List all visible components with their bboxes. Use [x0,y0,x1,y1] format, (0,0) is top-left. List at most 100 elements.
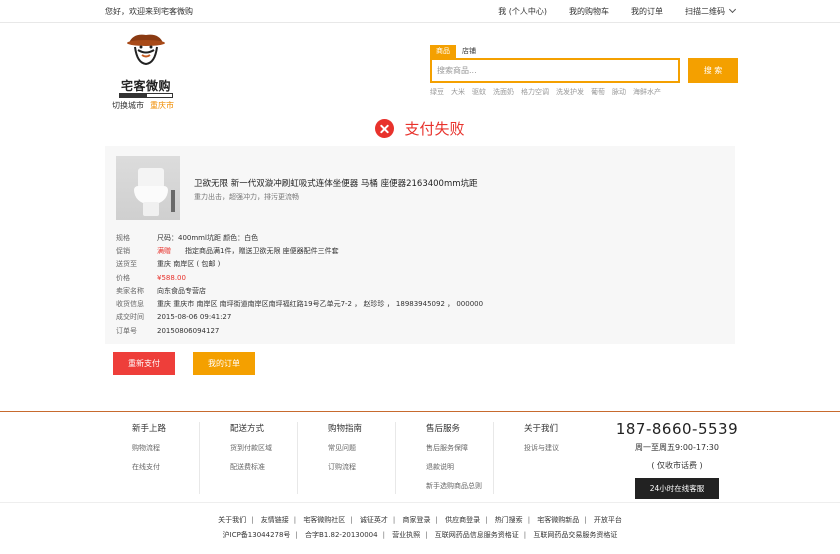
status-text: 支付失败 [404,120,465,138]
order-row: 卖家名称 向东食品专营店 [116,284,483,297]
order-row: 送货至 重庆 南岸区 ( 包邮 ) [116,258,483,271]
brand-name: 宅客微购 [120,79,171,93]
row-key: 卖家名称 [116,286,144,295]
footer-link[interactable]: 常见问题 [328,443,395,453]
product-image[interactable] [116,156,180,220]
footer-column: 关于我们 投诉与建议 [494,422,592,494]
service-hours: 周一至周五9:00-17:30 [635,443,719,452]
hot-keyword[interactable]: 海鲜水产 [633,87,661,97]
icp-item[interactable]: 互联网药品交易服务资格证 [533,531,617,539]
footer-column-title: 关于我们 [524,424,559,434]
bottom-link[interactable]: 开放平台 [594,516,622,524]
service-phone: 187-8660-5539 [615,420,739,438]
footer-link[interactable]: 购物流程 [132,443,199,453]
icp-item[interactable]: 沪ICP备13044278号 [223,531,291,539]
hot-keyword[interactable]: 洗面奶 [493,87,514,97]
top-bar: 您好，欢迎来到宅客微购 我 (个人中心) 我的购物车 我的订单 扫描二维码 [0,0,840,23]
footer-link[interactable]: 投诉与建议 [524,443,592,453]
product-name[interactable]: 卫欲无限 新一代双漩冲刷虹吸式连体坐便器 马桶 座便器2163400mm坑距 [194,177,478,189]
bottom-links: 关于我们 | 友情链接 | 宅客微购社区 | 诚征英才 | 商家登录 | 供应商登录 | 热… [218,516,622,524]
footer-link[interactable]: 在线支付 [132,462,199,472]
bottom-link[interactable]: 诚征英才 [360,516,388,524]
promo-tag: 满赠 [157,246,171,255]
my-orders-button[interactable]: 我的订单 [193,352,255,375]
seller-name[interactable]: 向东食品专营店 [157,286,206,296]
header: 宅客微购 切换城市 重庆市 商品 店铺 搜索商品... 搜 索 绿豆 大米 驱蚊 … [105,23,738,115]
search-tab-products[interactable]: 商品 [430,45,456,58]
qrcode-label: 扫描二维码 [685,7,725,16]
bottom-link[interactable]: 宅客微购新品 [537,516,579,524]
bottom-bar: 关于我们 | 友情链接 | 宅客微购社区 | 诚征英才 | 商家登录 | 供应商登录 | 热… [0,502,840,554]
top-links: 我 (个人中心) 我的购物车 我的订单 扫描二维码 [498,5,737,17]
search-area: 商品 店铺 搜索商品... 搜 索 绿豆 大米 驱蚊 洗面奶 格力空调 洗发护发… [430,45,738,97]
action-buttons: 重新支付 我的订单 [113,352,255,375]
row-key: 送货至 [116,260,137,269]
order-row: 规格 尺码：400mml坑距 颜色：白色 [116,231,483,244]
hot-keyword[interactable]: 脉动 [612,87,626,97]
search-tab-shops[interactable]: 店铺 [456,45,482,58]
icp-info: 沪ICP备13044278号 | 合字B1.82-20130004 | 营业执照 | … [222,531,618,539]
bottom-link[interactable]: 商家登录 [403,516,431,524]
row-value: 重庆 南岸区 ( 包邮 ) [157,260,221,269]
hot-keyword[interactable]: 洗发护发 [556,87,584,97]
order-row: 促销 满赠 指定商品满1件，赠送卫欲无限 座便器配件三件套 [116,244,483,257]
error-x-icon [375,119,395,138]
footer-column: 配送方式 货到付款区域 配送费标准 [200,422,298,494]
welcome-text: 您好，欢迎来到宅客微购 [105,7,193,16]
footer-link[interactable]: 新手选购商品总则 [426,481,493,491]
site-logo[interactable]: 宅客微购 [113,31,179,98]
row-key: 规格 [116,233,130,242]
order-row: 价格 ¥588.00 [116,271,483,284]
footer-column: 购物指南 常见问题 订购流程 [298,422,396,494]
product-desc: 重力出击，超强冲力，排污更流畅 [194,193,299,201]
footer-link[interactable]: 配送费标准 [230,462,297,472]
city-name: 重庆市 [150,101,174,110]
hot-keyword[interactable]: 格力空调 [521,87,549,97]
hot-keyword[interactable]: 葡萄 [591,87,605,97]
bottom-link[interactable]: 热门搜索 [495,516,523,524]
icp-item: 合字B1.82-20130004 [305,531,378,539]
bottom-link[interactable]: 供应商登录 [445,516,480,524]
order-row: 成交时间 2015-08-06 09:41:27 [116,311,483,324]
payment-status: 支付失败 [0,118,840,140]
search-button[interactable]: 搜 索 [688,58,738,83]
order-row: 订单号 20150806094127 [116,324,483,337]
bottom-link[interactable]: 关于我们 [218,516,246,524]
hot-keyword[interactable]: 绿豆 [430,87,444,97]
icp-item[interactable]: 互联网药品信息服务资格证 [435,531,519,539]
brand-subtitle-bar [119,93,173,98]
chevron-down-icon [728,5,737,14]
online-service-button[interactable]: 24小时在线客服 [635,478,719,499]
footer-link[interactable]: 订购流程 [328,462,395,472]
price-value: ¥588.00 [157,273,186,282]
top-link-orders[interactable]: 我的订单 [631,6,663,17]
bottom-link[interactable]: 宅客微购社区 [303,516,345,524]
row-value: 2015-08-06 09:41:27 [157,313,232,322]
city-switcher[interactable]: 切换城市 重庆市 [112,100,174,111]
row-value: 满赠 指定商品满1件，赠送卫欲无限 座便器配件三件套 [157,246,339,256]
row-key: 收货信息 [116,300,144,309]
order-details: 规格 尺码：400mml坑距 颜色：白色 促销 满赠 指定商品满1件，赠送卫欲无限… [116,231,483,337]
row-key: 成交时间 [116,313,144,322]
promo-text: 指定商品满1件，赠送卫欲无限 座便器配件三件套 [185,246,339,255]
footer-column-title: 售后服务 [426,424,461,434]
retry-payment-button[interactable]: 重新支付 [113,352,175,375]
footer-link[interactable]: 退款说明 [426,462,493,472]
hot-keyword[interactable]: 驱蚊 [472,87,486,97]
row-key: 促销 [116,246,130,255]
search-input[interactable]: 搜索商品... [430,58,680,83]
bottom-link[interactable]: 友情链接 [261,516,289,524]
footer-link[interactable]: 货到付款区域 [230,443,297,453]
order-row: 收货信息 重庆 重庆市 南岸区 南坪街道南岸区南坪福红路19号乙单元7-2 ， … [116,297,483,310]
hot-keyword[interactable]: 大米 [451,87,465,97]
row-value: 重庆 重庆市 南岸区 南坪街道南岸区南坪福红路19号乙单元7-2 ， 赵珍珍 ，… [157,300,484,309]
top-link-qrcode[interactable]: 扫描二维码 [685,5,737,17]
row-value: 尺码：400mml坑距 颜色：白色 [157,233,259,242]
footer-link[interactable]: 售后服务保障 [426,443,493,453]
top-link-profile[interactable]: 我 (个人中心) [498,6,547,17]
icp-item[interactable]: 营业执照 [392,531,420,539]
chef-hat-logo-icon [127,34,165,66]
footer-column-title: 新手上路 [132,424,167,434]
row-key: 订单号 [116,326,137,335]
top-link-cart[interactable]: 我的购物车 [569,6,609,17]
